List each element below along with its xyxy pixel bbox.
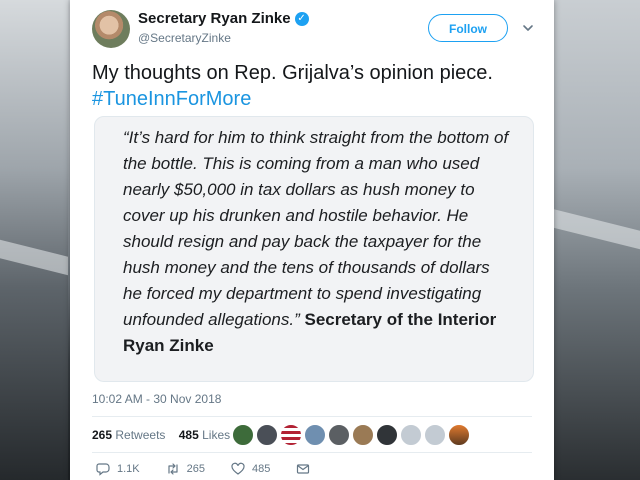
liker-avatar[interactable]: [280, 424, 302, 446]
divider: [92, 416, 532, 417]
tweet-card: Secretary Ryan Zinke ✓ @SecretaryZinke Fo…: [70, 0, 554, 480]
tweet-text: My thoughts on Rep. Grijalva’s opinion p…: [92, 60, 540, 112]
liker-avatar[interactable]: [232, 424, 254, 446]
author-handle[interactable]: @SecretaryZinke: [138, 31, 309, 45]
retweet-stat[interactable]: 265 Retweets: [92, 428, 165, 442]
follow-button[interactable]: Follow: [428, 14, 508, 42]
like-button[interactable]: 485: [231, 462, 270, 476]
liker-avatar[interactable]: [376, 424, 398, 446]
retweet-label: Retweets: [115, 428, 166, 442]
verified-badge-icon: ✓: [294, 11, 309, 26]
quote-image[interactable]: “It’s hard for him to think straight fro…: [94, 116, 534, 382]
envelope-icon: [297, 464, 310, 474]
liker-avatar[interactable]: [256, 424, 278, 446]
liker-avatar[interactable]: [448, 424, 470, 446]
message-button[interactable]: [296, 462, 317, 476]
hashtag-link[interactable]: #TuneInnForMore: [92, 86, 540, 112]
tweet-timestamp[interactable]: 10:02 AM - 30 Nov 2018: [92, 392, 221, 406]
background-left: [0, 0, 68, 480]
chevron-down-icon[interactable]: [522, 22, 534, 34]
quote-body: “It’s hard for him to think straight fro…: [123, 128, 509, 329]
tweet-body: My thoughts on Rep. Grijalva’s opinion p…: [92, 62, 493, 84]
engagement-stats: 265 Retweets 485 Likes: [92, 428, 240, 442]
liker-avatars: [232, 424, 470, 446]
background-right: [544, 0, 640, 480]
retweet-action-count: 265: [186, 463, 205, 475]
like-count: 485: [178, 428, 199, 442]
liker-avatar[interactable]: [328, 424, 350, 446]
reply-button[interactable]: 1.1K: [96, 462, 140, 476]
background-stripe: [544, 205, 640, 257]
retweet-button[interactable]: 265: [166, 462, 205, 476]
liker-avatar[interactable]: [400, 424, 422, 446]
retweet-count: 265: [92, 428, 113, 442]
divider: [92, 452, 532, 453]
retweet-icon: [168, 463, 178, 475]
reply-count: 1.1K: [117, 463, 140, 475]
author-block: Secretary Ryan Zinke ✓ @SecretaryZinke: [138, 10, 309, 45]
tweet-actions: 1.1K 265 485: [96, 462, 343, 476]
background-stripe: [0, 233, 68, 285]
like-label: Likes: [202, 428, 231, 442]
heart-icon: [231, 462, 245, 475]
liker-avatar[interactable]: [304, 424, 326, 446]
avatar[interactable]: [92, 10, 130, 48]
reply-icon: [96, 463, 110, 476]
liker-avatar[interactable]: [352, 424, 374, 446]
author-name[interactable]: Secretary Ryan Zinke: [138, 10, 291, 27]
like-action-count: 485: [252, 463, 271, 475]
tweet-header: Secretary Ryan Zinke ✓ @SecretaryZinke Fo…: [92, 8, 540, 48]
liker-avatar[interactable]: [424, 424, 446, 446]
quote-text: “It’s hard for him to think straight fro…: [123, 125, 509, 359]
like-stat[interactable]: 485 Likes: [179, 428, 230, 442]
